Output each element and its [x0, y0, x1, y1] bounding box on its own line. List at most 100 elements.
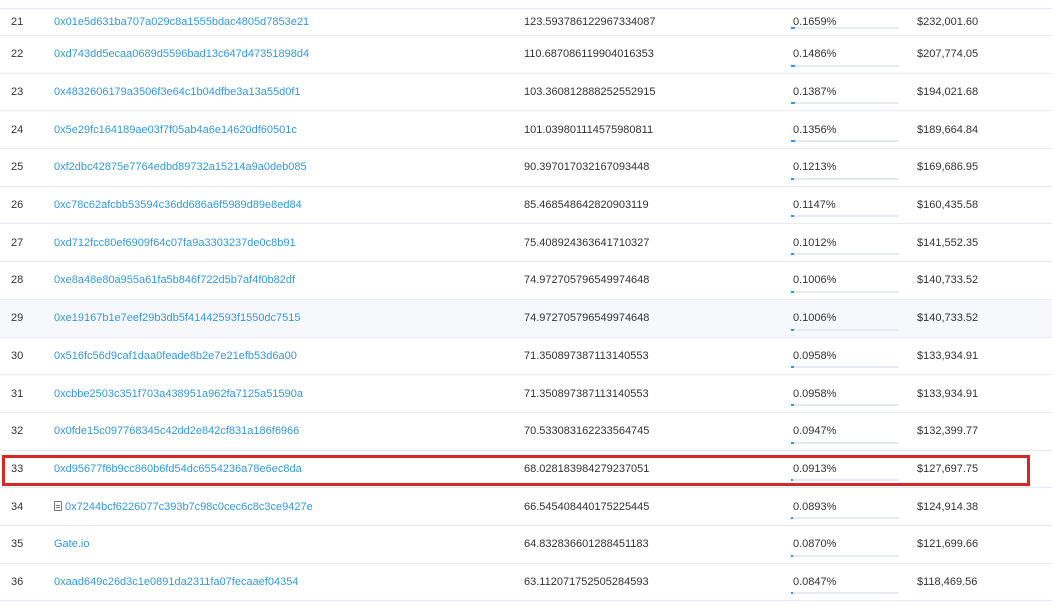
percentage-cell: 0.1006%: [793, 312, 837, 325]
percentage-bar: [791, 140, 899, 143]
percentage-bar-fill: [791, 403, 794, 406]
table-row: 33 0xd95677f6b9cc860b6fd54dc6554236a78e6e…: [0, 451, 1052, 489]
percentage-cell: 0.1213%: [793, 161, 837, 174]
table-row: 23 0x4832606179a3506f3e64c1b04dfbe3a13a55…: [0, 74, 1052, 112]
percentage-bar: [791, 328, 899, 331]
table-row: 21 0x01e5d631ba707a029c8a1555bdac4805d785…: [0, 8, 1052, 36]
holder-address-text: 0xd712fcc80ef6909f64c07fa9a3303237de0c8b…: [54, 236, 296, 249]
holder-address-link[interactable]: 0x0fde15c097768345c42dd2e842cf831a186f69…: [54, 425, 299, 437]
holder-address-text: 0x4832606179a3506f3e64c1b04dfbe3a13a55d0…: [54, 86, 301, 99]
percentage-bar-fill: [791, 516, 794, 519]
holder-address-link[interactable]: 0xe19167b1e7eef29b3db5f41442593f1550dc75…: [54, 312, 301, 324]
percentage-bar: [791, 215, 899, 218]
holder-address-link[interactable]: 0x7244bcf6226077c393b7c98c0cec6c8c3ce942…: [54, 500, 313, 513]
rank-cell: 25: [11, 161, 24, 174]
holder-address-link[interactable]: 0xe8a48e80a955a61fa5b846f722d5b7af4f0b82…: [54, 274, 295, 286]
holder-address-link[interactable]: 0xd743dd5ecaa0689d5596bad13c647d47351898…: [54, 48, 309, 60]
value-cell: $207,774.05: [917, 48, 979, 61]
holder-address-link[interactable]: 0xc78c62afcbb53594c36dd686a6f5989d89e8ed…: [54, 199, 302, 211]
table-row: 28 0xe8a48e80a955a61fa5b846f722d5b7af4f0b…: [0, 262, 1052, 300]
rank-cell: 34: [11, 500, 24, 513]
percentage-bar: [791, 253, 899, 256]
rank-cell: 26: [11, 199, 24, 212]
table-row: 30 0x516fc56d9caf1daa0feade8b2e7e21efb53d…: [0, 338, 1052, 376]
holder-address-text: 0xd95677f6b9cc860b6fd54dc6554236a78e6ec8…: [54, 462, 302, 475]
quantity-cell: 101.039801114575980811: [524, 123, 654, 136]
holder-address-text: 0x7244bcf6226077c393b7c98c0cec6c8c3ce942…: [65, 500, 313, 513]
percentage-bar-fill: [791, 554, 794, 557]
quantity-cell: 74.972705796549974648: [524, 312, 650, 325]
percentage-bar-fill: [791, 215, 795, 218]
holder-address-text: 0x516fc56d9caf1daa0feade8b2e7e21efb53d6a…: [54, 349, 297, 362]
holder-address-link[interactable]: 0x4832606179a3506f3e64c1b04dfbe3a13a55d0…: [54, 86, 301, 98]
rank-cell: 29: [11, 312, 24, 325]
percentage-bar: [791, 516, 899, 519]
holder-address-text: 0x01e5d631ba707a029c8a1555bdac4805d7853e…: [54, 16, 310, 28]
rank-cell: 21: [11, 16, 24, 28]
table-row: 34 0x7244bcf6226077c393b7c98c0cec6c8c3ce9…: [0, 488, 1052, 526]
quantity-cell: 90.397017032167093448: [524, 161, 650, 174]
value-cell: $132,399.77: [917, 425, 979, 438]
table-row: 35 Gate.io 64.832836601288451183 0.0870% $12…: [0, 526, 1052, 564]
table-row: 24 0x5e29fc164189ae03f7f05ab4a6e14620df60…: [0, 111, 1052, 150]
value-cell: $194,021.68: [917, 86, 979, 99]
rank-cell: 23: [11, 86, 24, 99]
percentage-bar-fill: [791, 479, 794, 482]
holder-address-link[interactable]: 0xd712fcc80ef6909f64c07fa9a3303237de0c8b…: [54, 237, 296, 249]
holder-address-link[interactable]: 0x01e5d631ba707a029c8a1555bdac4805d7853e…: [54, 16, 309, 28]
quantity-cell: 71.350897387113140553: [524, 387, 649, 400]
percentage-bar-fill: [791, 290, 794, 293]
holder-address-text: 0xc78c62afcbb53594c36dd686a6f5989d89e8ed…: [54, 199, 302, 212]
rank-cell: 27: [11, 236, 24, 249]
percentage-bar: [791, 554, 899, 557]
value-cell: $169,686.95: [917, 161, 979, 174]
rank-cell: 36: [11, 575, 24, 588]
percentage-bar-fill: [791, 140, 795, 143]
percentage-cell: 0.1387%: [793, 86, 837, 99]
holder-address-text: 0xcbbe2503c351f703a438951a962fa7125a5159…: [54, 387, 303, 400]
percentage-bar: [791, 64, 899, 67]
percentage-bar-fill: [791, 253, 794, 256]
holder-address-link[interactable]: 0x5e29fc164189ae03f7f05ab4a6e14620df6050…: [54, 124, 297, 136]
holder-address-link[interactable]: 0xd95677f6b9cc860b6fd54dc6554236a78e6ec8…: [54, 463, 302, 475]
percentage-bar: [791, 290, 899, 293]
holder-address-text: 0xf2dbc42875e7764edbd89732a15214a9a0deb0…: [54, 161, 307, 174]
holder-address-link[interactable]: 0xaad649c26d3c1e0891da2311fa07fecaaef043…: [54, 576, 298, 588]
table-row: 27 0xd712fcc80ef6909f64c07fa9a3303237de0c…: [0, 224, 1052, 263]
percentage-bar: [791, 441, 899, 444]
percentage-bar: [791, 403, 899, 406]
quantity-cell: 103.360812888252552915: [524, 86, 656, 99]
holder-address-text: 0x5e29fc164189ae03f7f05ab4a6e14620df6050…: [54, 123, 297, 136]
quantity-cell: 71.350897387113140553: [524, 349, 649, 362]
holder-address-link[interactable]: 0xcbbe2503c351f703a438951a962fa7125a5159…: [54, 388, 303, 400]
holder-address-text: 0xd743dd5ecaa0689d5596bad13c647d47351898…: [54, 48, 310, 61]
percentage-cell: 0.0847%: [793, 575, 837, 588]
rank-cell: 32: [11, 425, 24, 438]
holder-address-text: 0xaad649c26d3c1e0891da2311fa07fecaaef043…: [54, 575, 299, 588]
holder-address-link[interactable]: 0xf2dbc42875e7764edbd89732a15214a9a0deb0…: [54, 161, 307, 173]
table-row: 31 0xcbbe2503c351f703a438951a962fa7125a51…: [0, 375, 1052, 413]
value-cell: $140,733.52: [917, 274, 979, 287]
holder-address-text: 0xe19167b1e7eef29b3db5f41442593f1550dc75…: [54, 312, 301, 325]
percentage-bar: [791, 102, 899, 105]
quantity-cell: 110.687086119904016353: [524, 48, 654, 61]
value-cell: $133,934.91: [917, 387, 979, 400]
rank-cell: 24: [11, 123, 24, 136]
percentage-bar-fill: [791, 328, 794, 331]
value-cell: $232,001.60: [917, 16, 979, 28]
value-cell: $141,552.35: [917, 236, 979, 249]
rank-cell: 31: [11, 387, 24, 400]
value-cell: $133,934.91: [917, 349, 979, 362]
holder-address-link[interactable]: 0x516fc56d9caf1daa0feade8b2e7e21efb53d6a…: [54, 350, 297, 362]
percentage-cell: 0.1147%: [793, 199, 836, 212]
quantity-cell: 70.533083162233564745: [524, 425, 650, 438]
holder-address-link[interactable]: Gate.io: [54, 538, 89, 550]
percentage-cell: 0.0913%: [793, 462, 837, 475]
percentage-bar-fill: [791, 64, 795, 67]
percentage-bar-fill: [791, 102, 795, 105]
percentage-cell: 0.0958%: [793, 387, 837, 400]
percentage-bar-fill: [791, 592, 794, 595]
rank-cell: 28: [11, 274, 24, 287]
percentage-cell: 0.1486%: [793, 48, 837, 61]
quantity-cell: 64.832836601288451183: [524, 538, 649, 551]
